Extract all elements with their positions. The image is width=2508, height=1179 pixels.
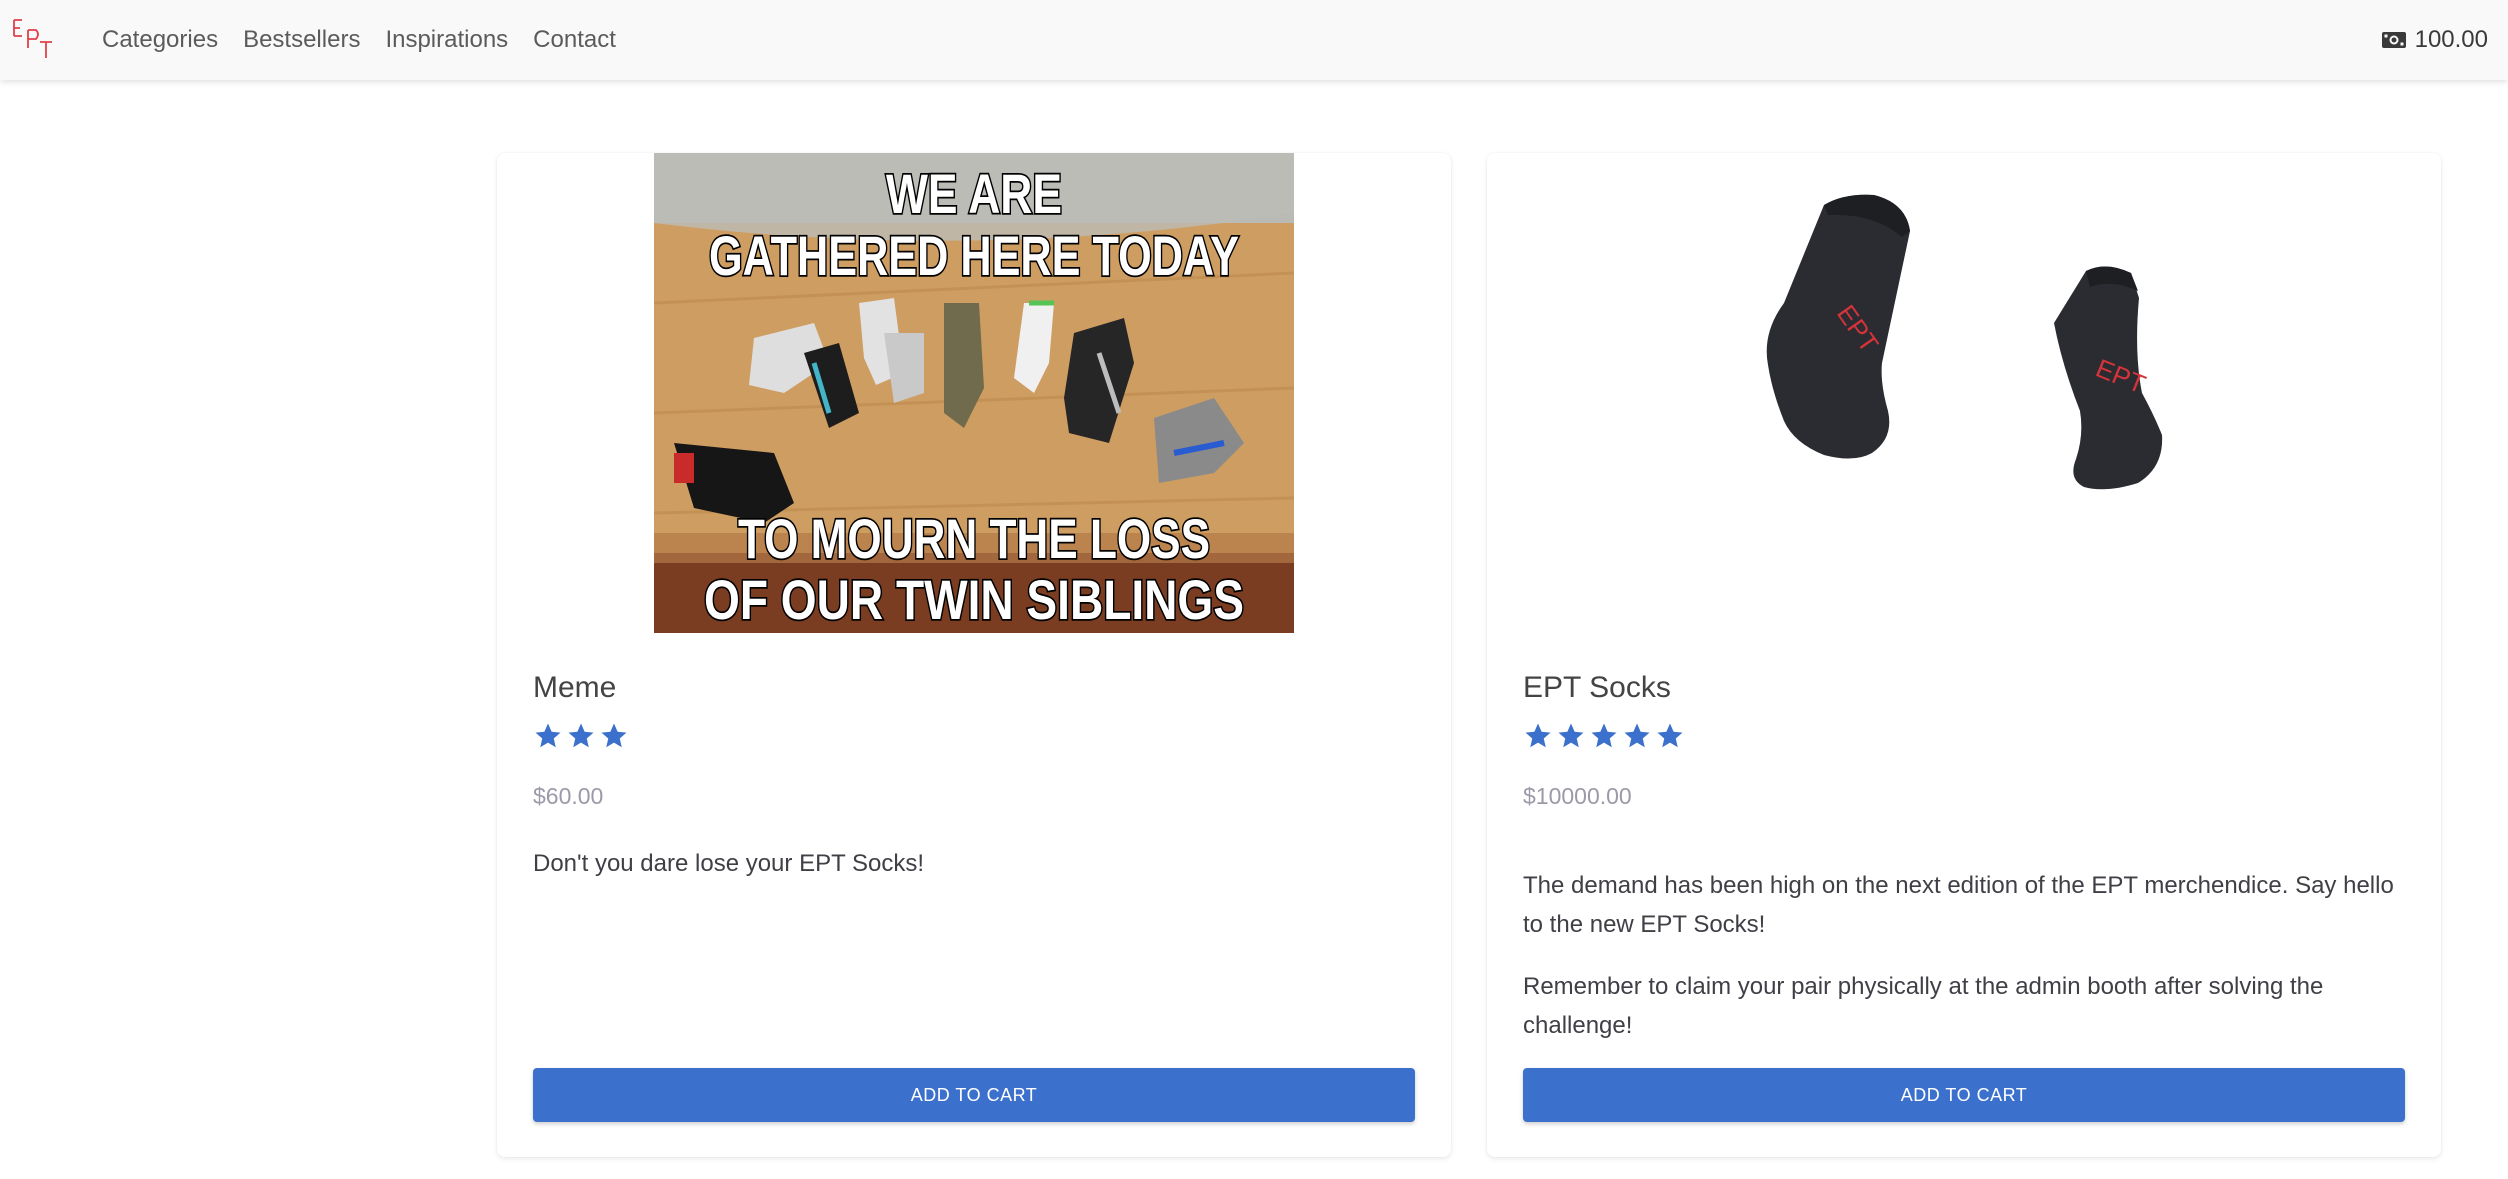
add-to-cart-button[interactable]: ADD TO CART [533, 1068, 1415, 1122]
product-price: $60.00 [533, 783, 604, 809]
wallet-balance: 100.00 [2381, 0, 2488, 80]
star-icon [1558, 723, 1584, 748]
meme-top-line2: GATHERED HERE TODAY [709, 224, 1239, 287]
star-icon [535, 723, 561, 748]
nav-bestsellers[interactable]: Bestsellers [243, 26, 360, 54]
meme-bottom-line2: OF OUR TWIN SIBLINGS [704, 568, 1244, 631]
star-icon [1525, 723, 1551, 748]
nav-contact[interactable]: Contact [533, 26, 616, 54]
product-image-meme: WE ARE GATHERED HERE TODAY TO MOURN THE … [654, 153, 1294, 633]
star-icon [601, 723, 627, 748]
star-icon [1591, 723, 1617, 748]
nav-categories[interactable]: Categories [102, 26, 218, 54]
add-to-cart-button[interactable]: ADD TO CART [1523, 1068, 2405, 1122]
product-description: Don't you dare lose your EPT Socks! [533, 850, 924, 877]
product-image-socks: EPT EPT [1644, 153, 2284, 633]
meme-bottom-line1: TO MOURN THE LOSS [738, 507, 1210, 570]
main-nav: Categories Bestsellers Inspirations Cont… [102, 0, 641, 80]
product-description-p1: The demand has been high on the next edi… [1523, 872, 2394, 938]
product-title[interactable]: EPT Socks [1523, 671, 1671, 705]
top-navbar: Categories Bestsellers Inspirations Cont… [0, 0, 2508, 80]
money-bill-icon [2381, 32, 2406, 48]
product-title[interactable]: Meme [533, 671, 616, 705]
product-rating [533, 721, 632, 751]
product-price: $10000.00 [1523, 783, 1632, 809]
meme-image: WE ARE GATHERED HERE TODAY TO MOURN THE … [654, 153, 1294, 633]
socks-image: EPT EPT [1644, 153, 2284, 633]
product-card-meme: WE ARE GATHERED HERE TODAY TO MOURN THE … [497, 153, 1451, 1157]
meme-top-line1: WE ARE [886, 162, 1062, 225]
star-icon [568, 723, 594, 748]
brand-logo[interactable] [10, 14, 58, 62]
product-description-p2: Remember to claim your pair physically a… [1523, 973, 2324, 1039]
star-icon [1624, 723, 1650, 748]
product-rating [1523, 721, 1688, 751]
product-card-ept-socks: EPT EPT EPT Socks $10000.00 The demand h… [1487, 153, 2441, 1157]
wallet-amount: 100.00 [2414, 26, 2488, 53]
ept-logo-icon [13, 19, 52, 58]
nav-inspirations[interactable]: Inspirations [385, 26, 508, 54]
star-icon [1657, 723, 1683, 748]
